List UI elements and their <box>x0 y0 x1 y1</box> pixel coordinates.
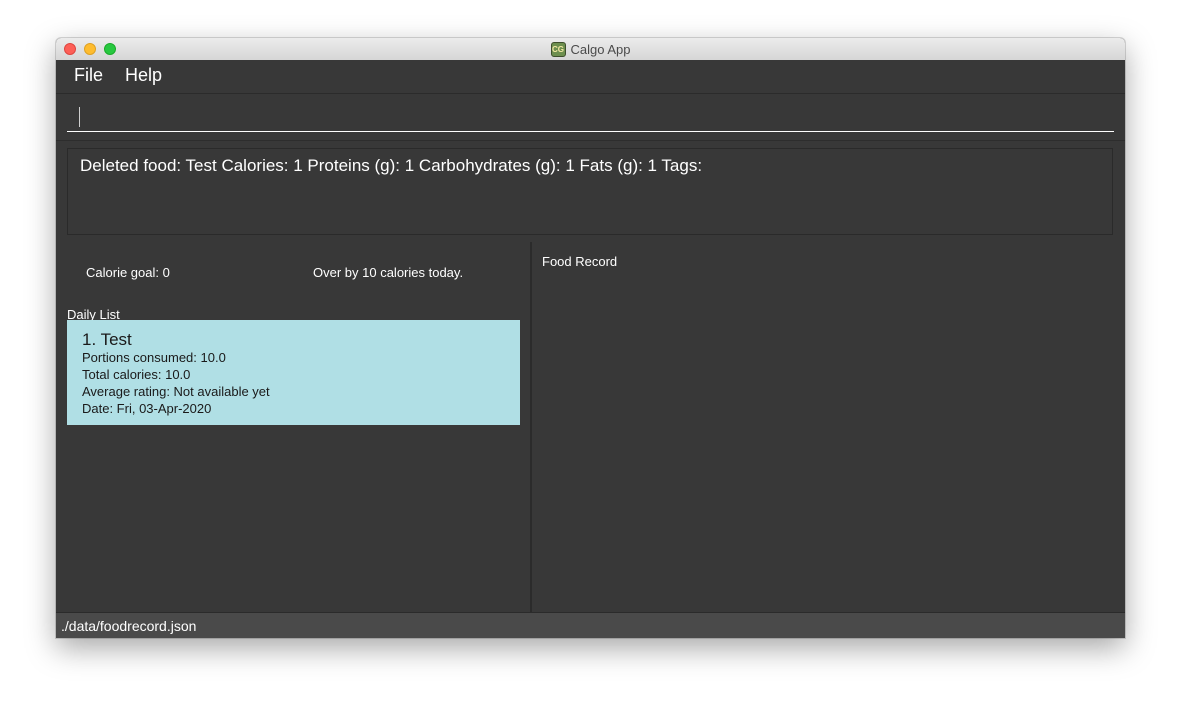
menu-bar: File Help <box>56 60 1125 94</box>
calorie-status-label: Over by 10 calories today. <box>313 265 464 280</box>
calorie-goal-label: Calorie goal: 0 <box>86 265 170 280</box>
status-bar: ./data/foodrecord.json <box>56 612 1125 638</box>
result-display: Deleted food: Test Calories: 1 Proteins … <box>67 148 1113 235</box>
portions-consumed: Portions consumed: 10.0 <box>82 350 226 365</box>
food-record-panel: Food Record <box>532 242 1125 612</box>
daily-food-card[interactable]: 1. Test Portions consumed: 10.0 Total ca… <box>67 320 520 425</box>
average-rating: Average rating: Not available yet <box>82 384 270 399</box>
total-calories: Total calories: 10.0 <box>82 367 191 382</box>
app-icon: CG <box>550 41 566 57</box>
food-name: 1. Test <box>82 330 132 349</box>
daily-list-panel: Calorie goal: 0 Over by 10 calories toda… <box>56 242 532 612</box>
command-input[interactable] <box>67 102 1114 132</box>
result-display-area: Deleted food: Test Calories: 1 Proteins … <box>56 140 1125 244</box>
menu-file[interactable]: File <box>74 65 103 86</box>
result-message: Deleted food: Test Calories: 1 Proteins … <box>80 156 703 175</box>
window-title: Calgo App <box>570 41 631 57</box>
app-window: CG Calgo App File Help Deleted food: Tes… <box>56 38 1125 638</box>
text-caret <box>79 107 80 127</box>
command-box <box>56 94 1125 140</box>
food-record-title: Food Record <box>542 254 618 269</box>
title-bar[interactable]: CG Calgo App <box>56 38 1125 61</box>
status-file-path: ./data/foodrecord.json <box>61 618 197 634</box>
app-icon-text: CG <box>552 44 564 54</box>
consumption-date: Date: Fri, 03-Apr-2020 <box>82 401 212 416</box>
menu-help[interactable]: Help <box>125 65 162 86</box>
